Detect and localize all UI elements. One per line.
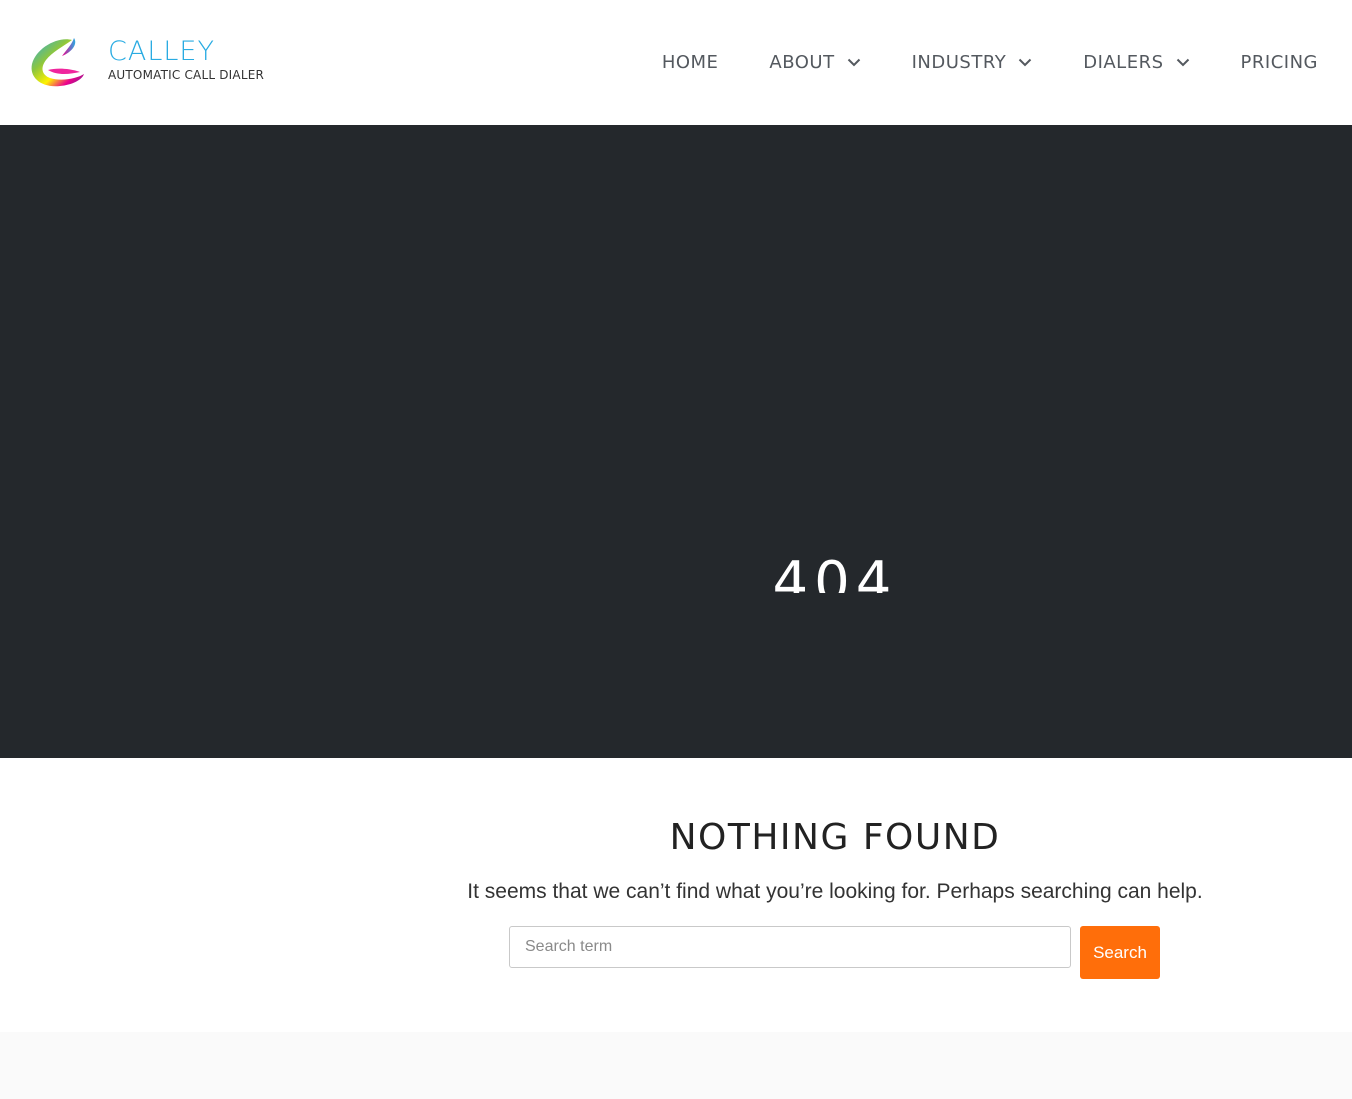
nav-home-label: HOME [661, 51, 719, 73]
brand-name: CALLEY [108, 36, 215, 67]
nav-home[interactable]: HOME [662, 52, 719, 73]
chevron-down-icon [1018, 58, 1032, 66]
not-found-message: It seems that we can’t find what you’re … [467, 880, 1203, 903]
hero-title-text: 404 [772, 550, 898, 594]
calley-logo-icon [31, 38, 84, 87]
brand-tagline: AUTOMATIC CALL DIALER [108, 68, 265, 82]
hero-title: 404 [0, 545, 1352, 594]
site-logo[interactable]: CALLEY AUTOMATIC CALL DIALER [28, 34, 278, 94]
nav-dialers[interactable]: DIALERS [1083, 52, 1189, 73]
nav-pricing[interactable]: PRICING [1241, 52, 1318, 73]
nav-about[interactable]: ABOUT [769, 52, 860, 73]
page-title: NOTHING FOUND [669, 817, 1001, 858]
nav-dialers-label: DIALERS [1083, 51, 1164, 73]
nav-industry[interactable]: INDUSTRY [912, 52, 1033, 73]
site-header: CALLEY AUTOMATIC CALL DIALER HOME ABOUT … [0, 0, 1352, 125]
search-input[interactable] [509, 926, 1071, 968]
nav-about-label: ABOUT [769, 51, 835, 73]
chevron-down-icon [847, 58, 860, 66]
search-button[interactable]: Search [1080, 926, 1160, 979]
footer-band [0, 1032, 1352, 1099]
main-nav: HOME ABOUT INDUSTRY DIALERS PRICING [662, 45, 1318, 79]
nav-pricing-label: PRICING [1240, 51, 1318, 73]
nav-industry-label: INDUSTRY [911, 51, 1007, 73]
not-found-section: NOTHING FOUND It seems that we can’t fin… [0, 758, 1352, 1032]
chevron-down-icon [1176, 58, 1189, 66]
hero-banner: 404 [0, 125, 1352, 758]
